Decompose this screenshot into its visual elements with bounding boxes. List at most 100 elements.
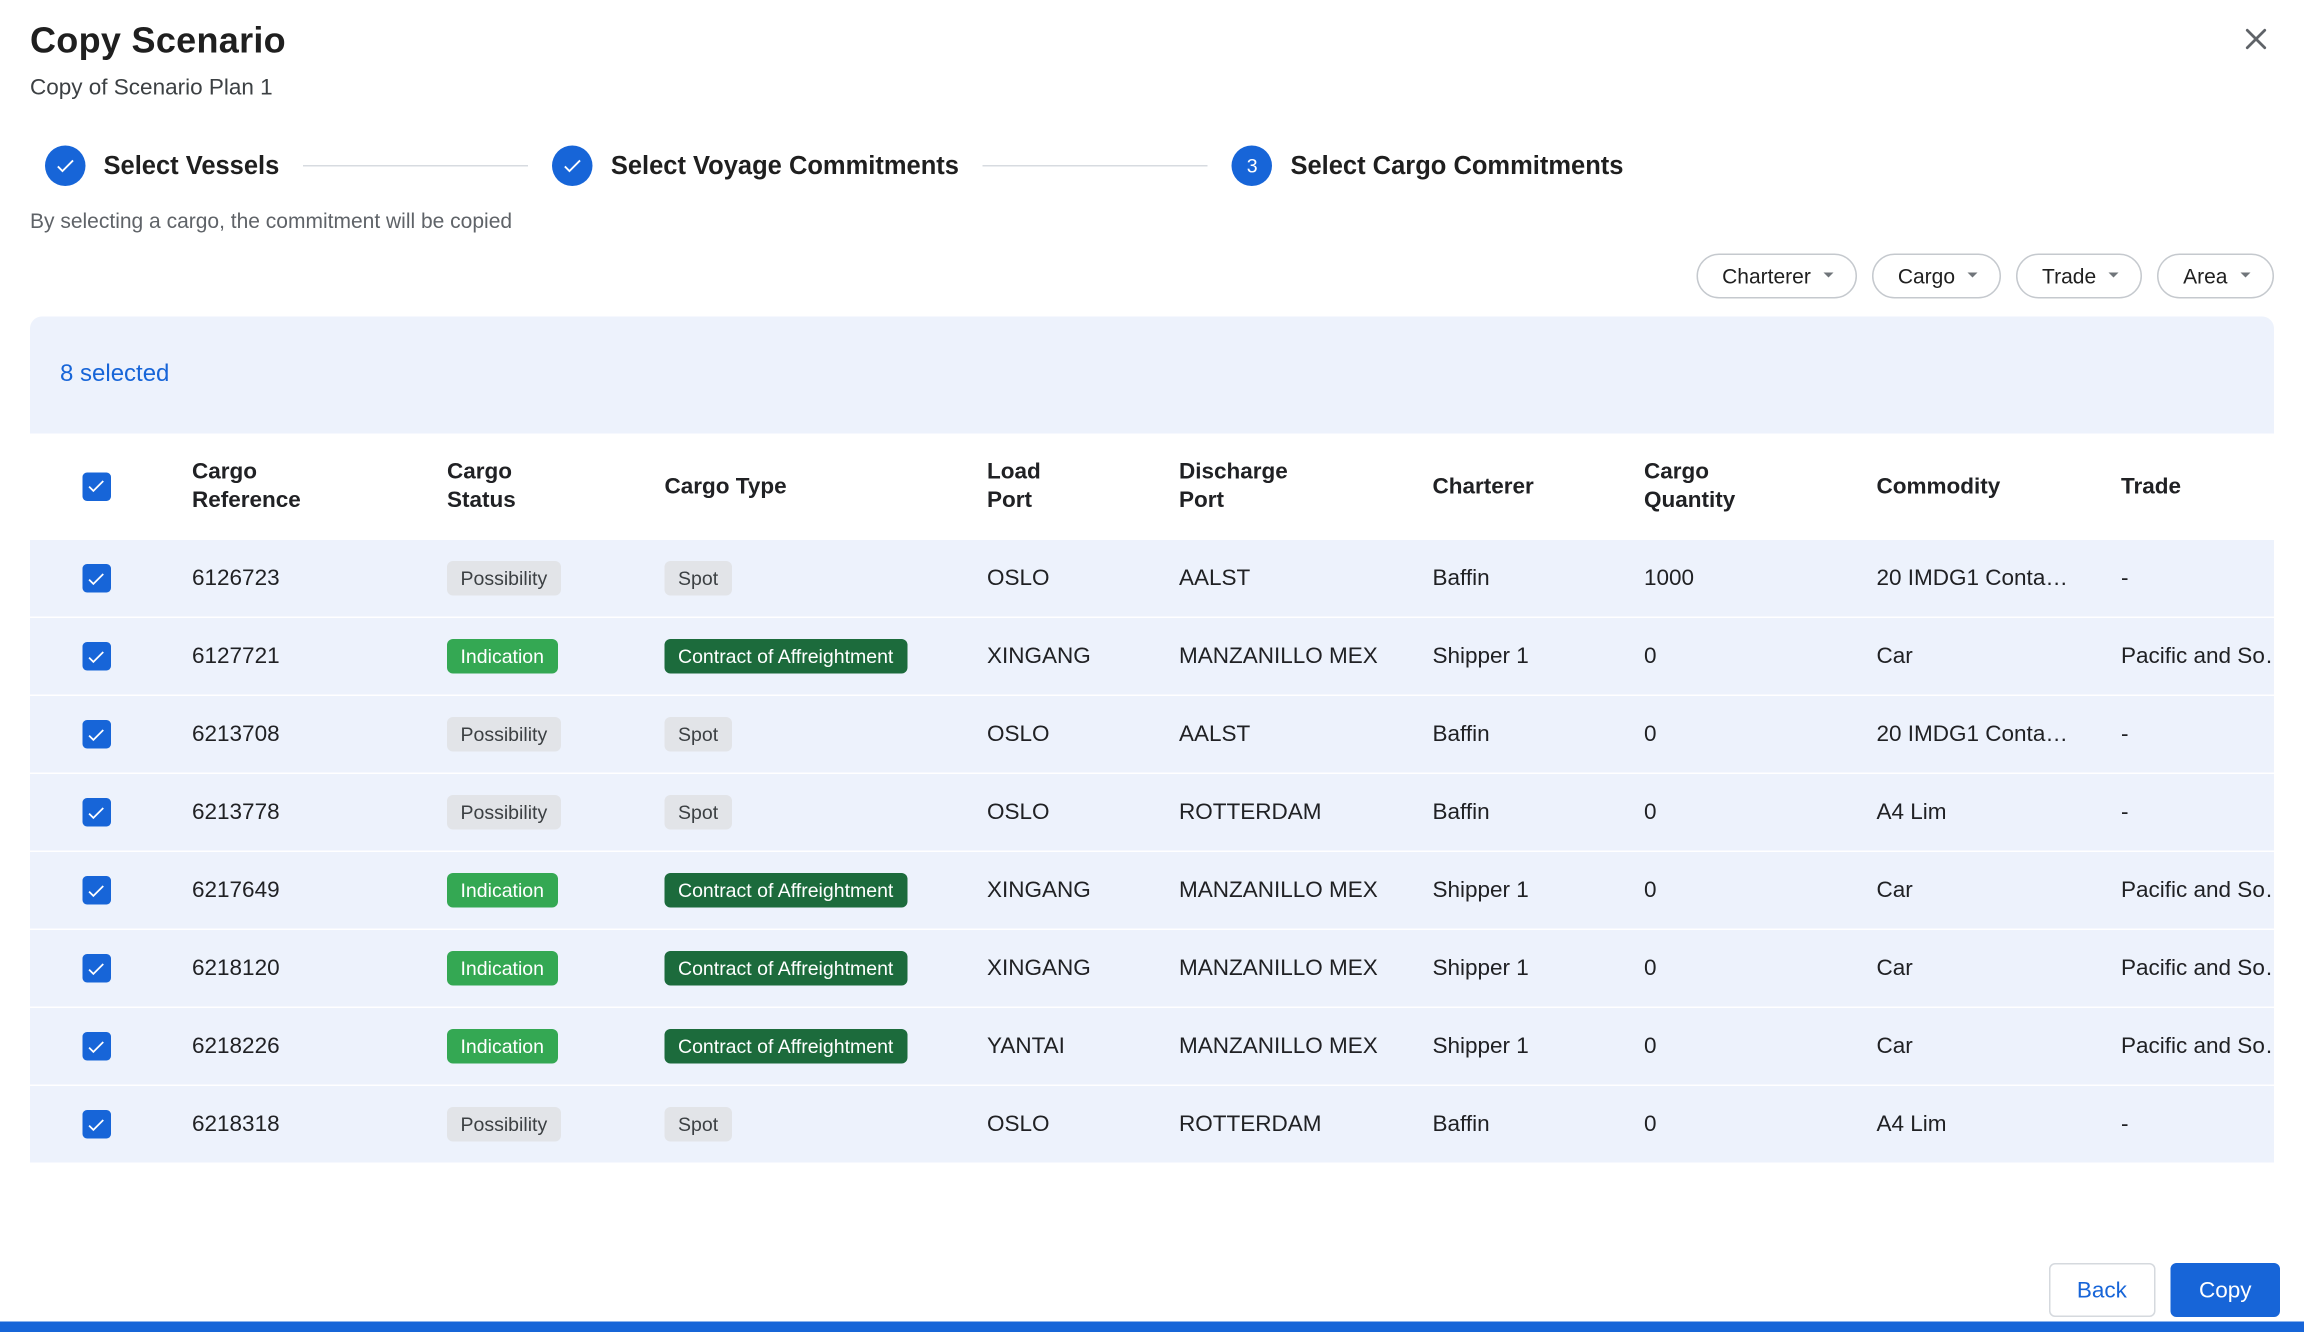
stepper-step[interactable]: Select Voyage Commitments — [552, 146, 959, 187]
row-checkbox[interactable] — [82, 954, 111, 983]
row-checkbox[interactable] — [82, 720, 111, 749]
stepper-step[interactable]: Select Vessels — [45, 146, 279, 187]
cargo-status-cell: Possibility — [417, 561, 635, 596]
copy-button[interactable]: Copy — [2170, 1263, 2280, 1317]
discharge-port-cell: MANZANILLO MEX — [1149, 644, 1403, 670]
column-header: CargoQuantity — [1614, 458, 1847, 515]
dialog-subtitle: Copy of Scenario Plan 1 — [30, 75, 2274, 101]
table-row[interactable]: 6213778PossibilitySpotOSLOROTTERDAMBaffi… — [30, 773, 2274, 851]
cargo-type-badge: Contract of Affreightment — [665, 639, 907, 674]
filter-label: Trade — [2042, 264, 2096, 288]
row-checkbox[interactable] — [82, 876, 111, 905]
discharge-port-cell: AALST — [1149, 566, 1403, 592]
table-row[interactable]: 6127721IndicationContract of Affreightme… — [30, 617, 2274, 695]
cargo-quantity-cell: 0 — [1614, 956, 1847, 982]
charterer-cell: Shipper 1 — [1403, 1034, 1615, 1060]
cargo-status-cell: Indication — [417, 1029, 635, 1064]
cargo-type-cell: Spot — [635, 795, 958, 830]
step-label: Select Voyage Commitments — [611, 151, 959, 181]
step-complete-check-icon — [45, 146, 86, 187]
table-row[interactable]: 6217649IndicationContract of Affreightme… — [30, 851, 2274, 929]
cargo-reference-cell: 6213778 — [162, 800, 417, 826]
stepper-step[interactable]: 3 Select Cargo Commitments — [1232, 146, 1624, 187]
chevron-down-icon — [2102, 262, 2126, 291]
trade-cell: Pacific and So… — [2091, 1034, 2274, 1060]
trade-cell: - — [2091, 800, 2274, 826]
cargo-status-badge: Possibility — [447, 1107, 561, 1142]
step-label: Select Cargo Commitments — [1290, 151, 1623, 181]
cargo-status-badge: Possibility — [447, 795, 561, 830]
discharge-port-cell: MANZANILLO MEX — [1149, 878, 1403, 904]
cargo-quantity-cell: 0 — [1614, 878, 1847, 904]
commodity-cell: Car — [1847, 956, 2092, 982]
row-checkbox-cell — [30, 876, 162, 905]
load-port-cell: OSLO — [957, 1112, 1149, 1138]
filter-label: Charterer — [1722, 264, 1811, 288]
back-button[interactable]: Back — [2048, 1263, 2155, 1317]
column-header: Charterer — [1403, 472, 1615, 501]
commodity-cell: Car — [1847, 644, 2092, 670]
row-checkbox-cell — [30, 1032, 162, 1061]
selected-count: 8 selected — [60, 362, 169, 389]
load-port-cell: OSLO — [957, 722, 1149, 748]
commodity-cell: 20 IMDG1 Conta… — [1847, 566, 2092, 592]
filter-bar: Charterer Cargo Trade Area — [0, 254, 2274, 299]
charterer-cell: Baffin — [1403, 800, 1615, 826]
row-checkbox-cell — [30, 954, 162, 983]
column-header: CargoStatus — [417, 458, 635, 515]
cargo-status-badge: Indication — [447, 1029, 557, 1064]
table-row[interactable]: 6218318PossibilitySpotOSLOROTTERDAMBaffi… — [30, 1085, 2274, 1163]
filter-charterer-dropdown[interactable]: Charterer — [1697, 254, 1858, 299]
row-checkbox[interactable] — [82, 1032, 111, 1061]
discharge-port-cell: ROTTERDAM — [1149, 800, 1403, 826]
cargo-status-cell: Indication — [417, 639, 635, 674]
row-checkbox[interactable] — [82, 798, 111, 827]
commodity-cell: Car — [1847, 878, 2092, 904]
filter-area-dropdown[interactable]: Area — [2158, 254, 2274, 299]
column-header: DischargePort — [1149, 458, 1403, 515]
trade-cell: - — [2091, 722, 2274, 748]
copy-scenario-dialog: Copy Scenario Copy of Scenario Plan 1 Se… — [0, 0, 2304, 1332]
selection-hint: By selecting a cargo, the commitment wil… — [30, 209, 2304, 233]
cargo-quantity-cell: 0 — [1614, 1034, 1847, 1060]
trade-cell: - — [2091, 566, 2274, 592]
column-header: CargoReference — [162, 458, 417, 515]
row-checkbox[interactable] — [82, 642, 111, 671]
select-all-checkbox[interactable] — [82, 472, 111, 501]
row-checkbox-cell — [30, 564, 162, 593]
cargo-commitments-table: 8 selected CargoReferenceCargoStatusCarg… — [30, 317, 2274, 1259]
load-port-cell: YANTAI — [957, 1034, 1149, 1060]
row-checkbox[interactable] — [82, 1110, 111, 1139]
cargo-status-cell: Possibility — [417, 717, 635, 752]
step-label: Select Vessels — [104, 151, 280, 181]
row-checkbox-cell — [30, 720, 162, 749]
cargo-type-cell: Spot — [635, 717, 958, 752]
row-checkbox[interactable] — [82, 564, 111, 593]
filter-cargo-dropdown[interactable]: Cargo — [1872, 254, 2001, 299]
discharge-port-cell: MANZANILLO MEX — [1149, 1034, 1403, 1060]
load-port-cell: XINGANG — [957, 644, 1149, 670]
close-icon[interactable] — [2235, 18, 2277, 60]
cargo-status-cell: Indication — [417, 873, 635, 908]
table-row[interactable]: 6213708PossibilitySpotOSLOAALSTBaffin020… — [30, 695, 2274, 773]
dialog-header: Copy Scenario Copy of Scenario Plan 1 — [0, 0, 2304, 101]
commodity-cell: 20 IMDG1 Conta… — [1847, 722, 2092, 748]
trade-cell: Pacific and So… — [2091, 644, 2274, 670]
column-header: Cargo Type — [635, 472, 958, 501]
column-header: Trade — [2091, 472, 2274, 501]
stepper-connector — [303, 165, 528, 167]
cargo-type-cell: Contract of Affreightment — [635, 873, 958, 908]
cargo-type-cell: Spot — [635, 561, 958, 596]
load-port-cell: XINGANG — [957, 956, 1149, 982]
column-header: LoadPort — [957, 458, 1149, 515]
charterer-cell: Shipper 1 — [1403, 878, 1615, 904]
cargo-status-badge: Indication — [447, 951, 557, 986]
row-checkbox-cell — [30, 642, 162, 671]
column-header: Commodity — [1847, 472, 2092, 501]
cargo-quantity-cell: 0 — [1614, 1112, 1847, 1138]
filter-trade-dropdown[interactable]: Trade — [2017, 254, 2143, 299]
step-number-badge: 3 — [1232, 146, 1273, 187]
table-row[interactable]: 6218120IndicationContract of Affreightme… — [30, 929, 2274, 1007]
table-row[interactable]: 6126723PossibilitySpotOSLOAALSTBaffin100… — [30, 539, 2274, 617]
table-row[interactable]: 6218226IndicationContract of Affreightme… — [30, 1007, 2274, 1085]
